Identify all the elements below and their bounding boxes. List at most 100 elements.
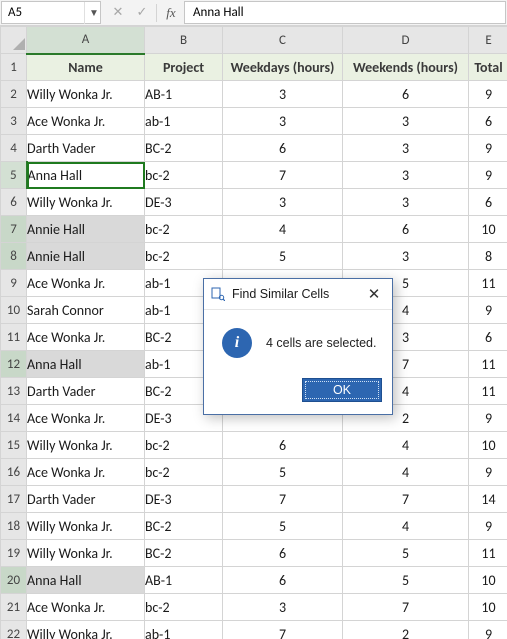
cell-name[interactable]: Willy Wonka Jr. [27,621,145,639]
row-header[interactable]: 8 [1,243,27,270]
cell-weekdays[interactable]: 7 [223,162,343,189]
cell-name[interactable]: Anna Hall [27,351,145,378]
cell-total[interactable]: 10 [469,594,507,621]
cell-weekdays[interactable]: 3 [223,189,343,216]
row-header[interactable]: 20 [1,567,27,594]
row-header[interactable]: 2 [1,81,27,108]
col-header-A[interactable]: A [27,27,145,54]
cell-name[interactable]: Annie Hall [27,243,145,270]
cell-weekends[interactable]: 6 [343,216,469,243]
row-header[interactable]: 9 [1,270,27,297]
name-box[interactable]: ▼ [1,1,101,24]
cell-weekends[interactable]: 3 [343,162,469,189]
cell-weekends[interactable]: 6 [343,81,469,108]
cell-total[interactable]: 11 [469,378,507,405]
cell-name[interactable]: Sarah Connor [27,297,145,324]
fx-icon[interactable]: fx [159,2,183,24]
cell-weekdays[interactable]: 3 [223,108,343,135]
row-header[interactable]: 22 [1,621,27,639]
cell-name[interactable]: Ace Wonka Jr. [27,324,145,351]
row-header[interactable]: 3 [1,108,27,135]
cell-weekends[interactable]: 2 [343,621,469,639]
cell-name[interactable]: Willy Wonka Jr. [27,189,145,216]
cell-total[interactable]: 9 [469,81,507,108]
cell-project[interactable]: ab-1 [145,108,223,135]
cell-weekdays[interactable]: 5 [223,243,343,270]
formula-input-wrap[interactable] [184,1,506,24]
row-header[interactable]: 13 [1,378,27,405]
cell-project[interactable]: BC-2 [145,513,223,540]
cell-name[interactable]: Darth Vader [27,135,145,162]
row-header[interactable]: 19 [1,540,27,567]
cell-weekends[interactable]: 3 [343,135,469,162]
cell-total[interactable]: 9 [469,513,507,540]
cell-weekends[interactable]: 3 [343,243,469,270]
cell-total[interactable]: 9 [469,621,507,639]
cell-weekdays[interactable]: 3 [223,594,343,621]
dialog-titlebar[interactable]: Find Similar Cells ✕ [204,279,392,310]
cell-weekdays[interactable]: 7 [223,621,343,639]
cell-project[interactable]: bc-2 [145,216,223,243]
cell-name[interactable]: Anna Hall [27,567,145,594]
cell-weekends[interactable]: 4 [343,459,469,486]
cell-weekends[interactable]: 3 [343,108,469,135]
formula-input[interactable] [185,5,505,20]
cell-name[interactable]: Ace Wonka Jr. [27,594,145,621]
header-cell-name[interactable]: Name [27,54,145,81]
cell-name[interactable]: Willy Wonka Jr. [27,513,145,540]
cell-project[interactable]: bc-2 [145,594,223,621]
cell-name[interactable]: Ace Wonka Jr. [27,459,145,486]
cell-weekdays[interactable]: 4 [223,216,343,243]
cell-total[interactable]: 6 [469,189,507,216]
cell-name[interactable]: Willy Wonka Jr. [27,432,145,459]
cell-weekdays[interactable]: 5 [223,459,343,486]
cell-total[interactable]: 6 [469,324,507,351]
cell-weekdays[interactable]: 6 [223,567,343,594]
row-header[interactable]: 10 [1,297,27,324]
cell-weekends[interactable]: 4 [343,513,469,540]
cell-total[interactable]: 11 [469,270,507,297]
cell-total[interactable]: 10 [469,432,507,459]
close-icon[interactable]: ✕ [360,285,388,303]
cell-name[interactable]: Ace Wonka Jr. [27,405,145,432]
col-header-C[interactable]: C [223,27,343,54]
cell-name[interactable]: Willy Wonka Jr. [27,81,145,108]
cell-weekdays[interactable]: 6 [223,540,343,567]
col-header-E[interactable]: E [469,27,507,54]
cell-name[interactable]: Darth Vader [27,486,145,513]
cell-total[interactable]: 10 [469,216,507,243]
cell-name[interactable]: Willy Wonka Jr. [27,540,145,567]
cell-name[interactable]: Ace Wonka Jr. [27,108,145,135]
cell-project[interactable]: bc-2 [145,243,223,270]
cell-weekends[interactable]: 7 [343,594,469,621]
header-cell-total[interactable]: Total [469,54,507,81]
cell-total[interactable]: 9 [469,297,507,324]
cell-weekdays[interactable]: 6 [223,432,343,459]
cell-name[interactable]: Anna Hall [27,162,145,189]
name-box-dropdown[interactable]: ▼ [84,2,103,24]
name-box-input[interactable] [2,5,84,20]
cell-total[interactable]: 9 [469,162,507,189]
ok-button[interactable]: OK [302,378,382,402]
cell-total[interactable]: 9 [469,135,507,162]
col-header-D[interactable]: D [343,27,469,54]
row-header[interactable]: 11 [1,324,27,351]
cell-weekends[interactable]: 3 [343,189,469,216]
cell-weekends[interactable]: 4 [343,432,469,459]
cell-total[interactable]: 14 [469,486,507,513]
cell-weekdays[interactable]: 6 [223,135,343,162]
cell-total[interactable]: 9 [469,405,507,432]
cell-project[interactable]: BC-2 [145,540,223,567]
row-header[interactable]: 21 [1,594,27,621]
cell-name[interactable]: Darth Vader [27,378,145,405]
cell-weekends[interactable]: 7 [343,486,469,513]
header-cell-project[interactable]: Project [145,54,223,81]
cell-name[interactable]: Ace Wonka Jr. [27,270,145,297]
row-header[interactable]: 6 [1,189,27,216]
row-header[interactable]: 16 [1,459,27,486]
col-header-B[interactable]: B [145,27,223,54]
cell-weekdays[interactable]: 3 [223,81,343,108]
cell-project[interactable]: DE-3 [145,486,223,513]
row-header[interactable]: 18 [1,513,27,540]
cell-weekends[interactable]: 5 [343,567,469,594]
